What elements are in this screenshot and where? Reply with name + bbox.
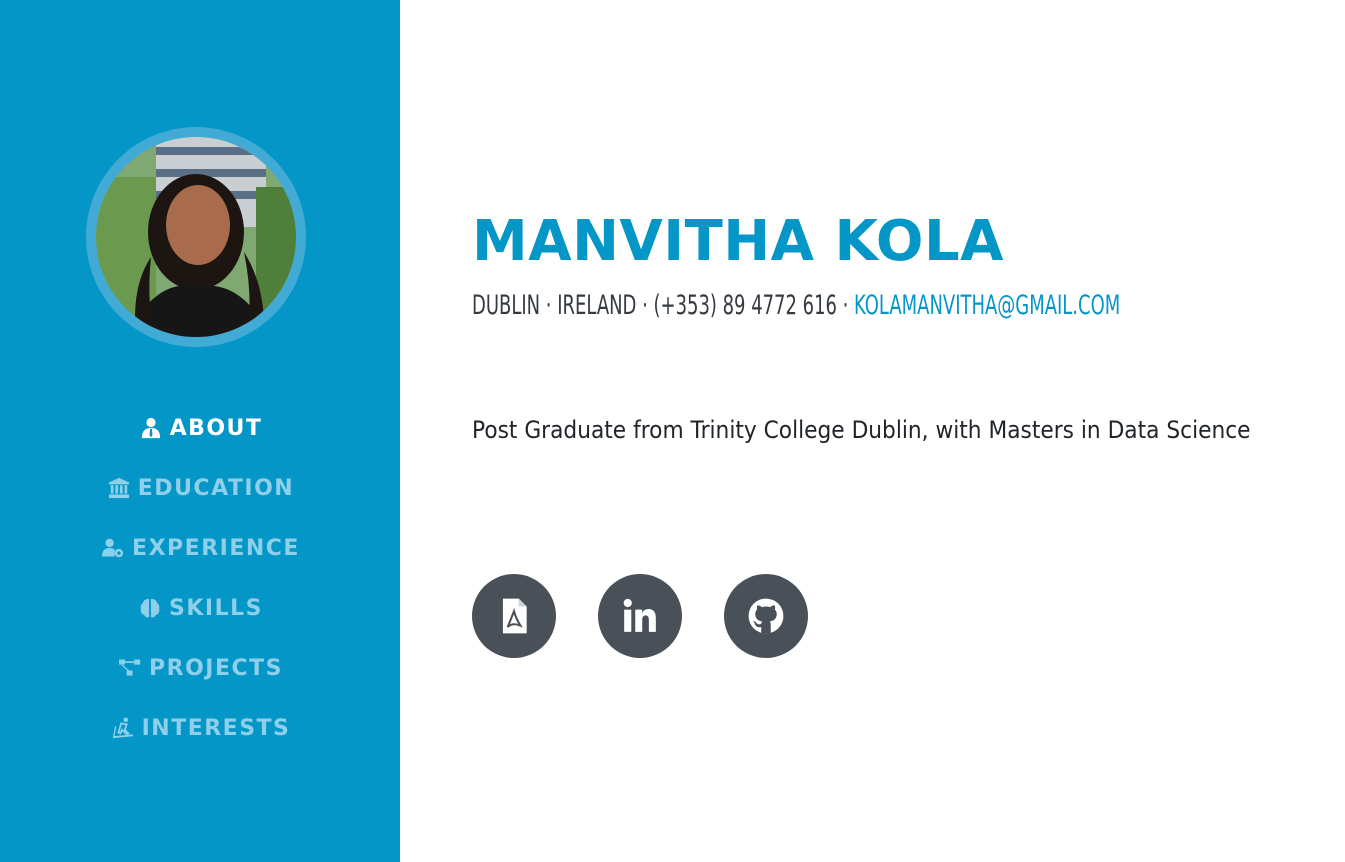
nav-item-about[interactable]: ABOUT bbox=[0, 398, 400, 458]
email-link[interactable]: KOLAMANVITHA@GMAIL.COM bbox=[854, 290, 1120, 321]
contact-line: DUBLIN · IRELAND · (+353) 89 4772 616 · … bbox=[472, 290, 1120, 321]
nav-label-experience: EXPERIENCE bbox=[132, 535, 300, 561]
nav-item-skills[interactable]: SKILLS bbox=[0, 578, 400, 638]
sidebar-nav: ABOUT EDUCATION EXPERIENCE SKILLS PROJEC… bbox=[0, 398, 400, 758]
nav-item-interests[interactable]: INTERESTS bbox=[0, 698, 400, 758]
nav-label-about: ABOUT bbox=[169, 415, 263, 441]
nav-item-experience[interactable]: EXPERIENCE bbox=[0, 518, 400, 578]
university-icon bbox=[106, 476, 132, 500]
nav-label-projects: PROJECTS bbox=[149, 655, 283, 681]
nav-item-education[interactable]: EDUCATION bbox=[0, 458, 400, 518]
social-icons bbox=[472, 574, 850, 658]
user-tie-icon bbox=[138, 416, 164, 440]
skiing-icon bbox=[110, 716, 136, 740]
nav-label-skills: SKILLS bbox=[169, 595, 263, 621]
nav-label-interests: INTERESTS bbox=[141, 715, 291, 741]
contact-details: DUBLIN · IRELAND · (+353) 89 4772 616 · bbox=[472, 290, 855, 321]
github-icon bbox=[748, 598, 784, 634]
resume-pdf-button[interactable] bbox=[472, 574, 556, 658]
nav-label-education: EDUCATION bbox=[137, 475, 295, 501]
nav-item-projects[interactable]: PROJECTS bbox=[0, 638, 400, 698]
brain-icon bbox=[137, 596, 163, 620]
linkedin-button[interactable] bbox=[598, 574, 682, 658]
project-diagram-icon bbox=[117, 656, 143, 680]
file-pdf-icon bbox=[502, 598, 527, 634]
sidebar: ABOUT EDUCATION EXPERIENCE SKILLS PROJEC… bbox=[0, 0, 400, 862]
linkedin-icon bbox=[623, 598, 656, 632]
profile-summary: Post Graduate from Trinity College Dubli… bbox=[472, 416, 1251, 444]
github-button[interactable] bbox=[724, 574, 808, 658]
user-cog-icon bbox=[100, 536, 126, 560]
avatar-ring bbox=[86, 127, 306, 347]
avatar bbox=[96, 137, 296, 337]
profile-name: MANVITHA KOLA bbox=[472, 209, 1005, 274]
